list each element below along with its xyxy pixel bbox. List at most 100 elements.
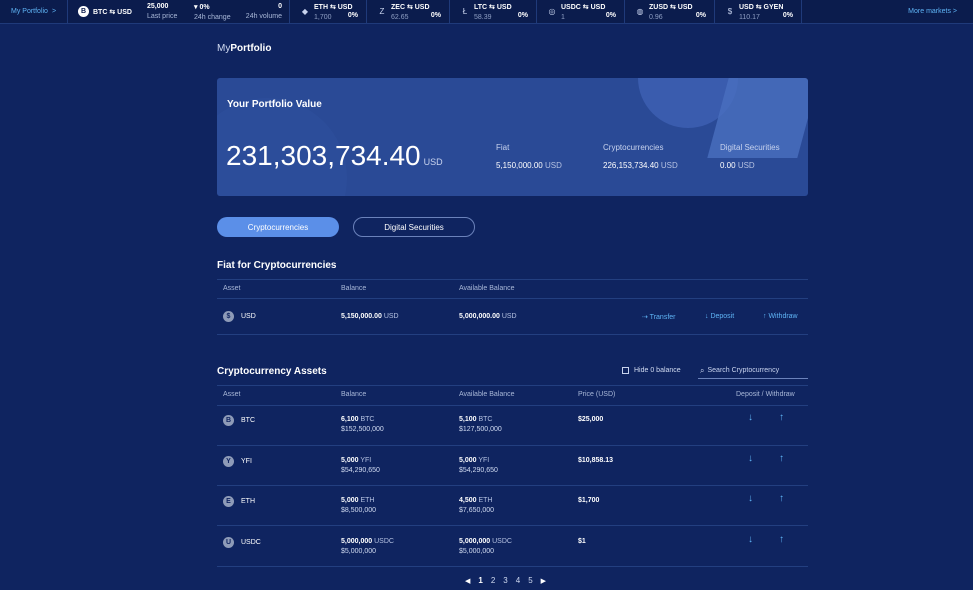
zusd-icon: ◍ bbox=[636, 7, 644, 16]
asset-name: BTC bbox=[241, 417, 255, 424]
ticker-24h-volume: 0 24h volume bbox=[245, 2, 282, 20]
ticker-item-ltc[interactable]: Ł LTC ⇆ USD 58.39 0% bbox=[450, 0, 537, 24]
ticker-item-eth[interactable]: ◆ ETH ⇆ USD 1,700 0% bbox=[290, 0, 367, 24]
tab-digital-securities[interactable]: Digital Securities bbox=[353, 217, 475, 237]
securities-summary: Digital Securities 0.00 USD bbox=[720, 143, 780, 170]
page-4-button[interactable]: 4 bbox=[516, 576, 520, 585]
checkbox-icon[interactable] bbox=[622, 367, 629, 374]
divider bbox=[217, 566, 808, 567]
divider bbox=[217, 405, 808, 406]
asset-balance: 5,000,000 USDC $5,000,000 bbox=[341, 538, 394, 555]
asset-name: YFI bbox=[241, 458, 252, 465]
yfi-coin-icon: Y bbox=[223, 456, 234, 467]
prev-page-icon[interactable]: ◀ bbox=[465, 577, 470, 585]
deposit-button[interactable]: ↓ Deposit bbox=[705, 313, 734, 320]
ticker-item-usdc[interactable]: ◎ USDC ⇆ USD 1 0% bbox=[537, 0, 625, 24]
divider bbox=[217, 445, 808, 446]
divider bbox=[217, 485, 808, 486]
crypto-row-usdc: U USDC 5,000,000 USDC $5,000,000 5,000,00… bbox=[217, 534, 808, 562]
page-1-button[interactable]: 1 bbox=[478, 576, 482, 585]
eth-icon: ◆ bbox=[301, 7, 309, 16]
withdraw-arrow-icon[interactable]: ↑ bbox=[779, 412, 784, 423]
asset-balance: 5,000 ETH $8,500,000 bbox=[341, 497, 377, 514]
fiat-row-usd: $ USD 5,150,000.00 USD 5,000,000.00 USD … bbox=[217, 311, 808, 325]
crypto-row-btc: B BTC 6,100 BTC $152,500,000 5,100 BTC $12… bbox=[217, 412, 808, 440]
fiat-summary: Fiat 5,150,000.00 USD bbox=[496, 143, 562, 170]
ticker-change: 0% bbox=[347, 11, 358, 19]
next-page-icon[interactable]: ▶ bbox=[541, 577, 546, 585]
pagination: ◀ 1 2 3 4 5 ▶ bbox=[465, 576, 554, 585]
asset-price: $1,700 bbox=[578, 497, 600, 504]
btc-coin-icon: B bbox=[223, 415, 234, 426]
crypto-row-eth: E ETH 5,000 ETH $8,500,000 4,500 ETH $7,65… bbox=[217, 493, 808, 521]
ticker-main-pair: BTC ⇆ USD bbox=[93, 8, 132, 16]
asset-available-balance: 5,100 BTC $127,500,000 bbox=[459, 416, 502, 433]
withdraw-button[interactable]: ↑ Withdraw bbox=[763, 313, 798, 320]
search-cryptocurrency-input[interactable]: ⌕ Search Cryptocurrency bbox=[698, 363, 808, 379]
more-markets-link[interactable]: More markets > bbox=[908, 8, 973, 15]
asset-available-balance: 5,000,000 USDC $5,000,000 bbox=[459, 538, 512, 555]
crypto-row-yfi: Y YFI 5,000 YFI $54,290,650 5,000 YFI $54,… bbox=[217, 453, 808, 481]
asset-balance: 6,100 BTC $152,500,000 bbox=[341, 416, 384, 433]
search-icon: ⌕ bbox=[700, 365, 705, 375]
withdraw-arrow-icon[interactable]: ↑ bbox=[779, 534, 784, 545]
asset-available-balance: 5,000 YFI $54,290,650 bbox=[459, 457, 498, 474]
portfolio-value-card: Your Portfolio Value 231,303,734.40 USD F… bbox=[217, 78, 808, 196]
ticker-24h-change: ▾ 0% 24h change bbox=[194, 3, 231, 21]
my-portfolio-label: My Portfolio bbox=[11, 8, 48, 15]
zec-icon: Z bbox=[379, 7, 385, 16]
asset-price: $10,858.13 bbox=[578, 457, 614, 464]
deposit-arrow-icon[interactable]: ↓ bbox=[748, 534, 753, 545]
ticker-item-zusd[interactable]: ◍ ZUSD ⇆ USD 0.96 0% bbox=[625, 0, 715, 24]
withdraw-arrow-icon[interactable]: ↑ bbox=[779, 493, 784, 504]
ltc-icon: Ł bbox=[462, 7, 468, 16]
asset-name: ETH bbox=[241, 498, 255, 505]
portfolio-total-value: 231,303,734.40 USD bbox=[226, 140, 443, 171]
usd-coin-icon: $ bbox=[223, 311, 234, 322]
deposit-arrow-icon[interactable]: ↓ bbox=[748, 453, 753, 464]
page-2-button[interactable]: 2 bbox=[491, 576, 495, 585]
ticker-item-gyen[interactable]: $ USD ⇆ GYEN 110.17 0% bbox=[715, 0, 802, 24]
deposit-arrow-icon[interactable]: ↓ bbox=[748, 493, 753, 504]
ticker-main-market[interactable]: B BTC ⇆ USD 25,000 Last price ▾ 0% 24h c… bbox=[68, 0, 290, 24]
ticker-change: 0% bbox=[517, 11, 528, 19]
divider bbox=[217, 525, 808, 526]
ticker-change: 0% bbox=[605, 11, 616, 19]
ticker-last-price: 25,000 Last price bbox=[147, 2, 178, 20]
portfolio-value-title: Your Portfolio Value bbox=[227, 99, 322, 110]
btc-coin-icon: B bbox=[78, 6, 89, 17]
chevron-right-icon: > bbox=[51, 8, 57, 15]
withdraw-arrow-icon[interactable]: ↑ bbox=[779, 453, 784, 464]
page-3-button[interactable]: 3 bbox=[503, 576, 507, 585]
fiat-section-title: Fiat for Cryptocurrencies bbox=[217, 260, 337, 271]
divider bbox=[217, 385, 808, 386]
asset-price: $1 bbox=[578, 538, 586, 545]
divider bbox=[217, 298, 808, 299]
usdc-coin-icon: U bbox=[223, 537, 234, 548]
hide-zero-balance-toggle[interactable]: Hide 0 balance bbox=[622, 367, 681, 374]
deposit-arrow-icon[interactable]: ↓ bbox=[748, 412, 753, 423]
eth-coin-icon: E bbox=[223, 496, 234, 507]
ticker-item-zec[interactable]: Z ZEC ⇆ USD 62.65 0% bbox=[367, 0, 450, 24]
page-title: MyPortfolio bbox=[217, 43, 272, 54]
ticker-change: 0% bbox=[782, 11, 793, 19]
divider bbox=[217, 334, 808, 335]
page-5-button[interactable]: 5 bbox=[528, 576, 532, 585]
transfer-button[interactable]: ⇢ Transfer bbox=[642, 313, 676, 321]
usd-dollar-icon: $ bbox=[727, 7, 733, 16]
asset-available-balance: 4,500 ETH $7,650,000 bbox=[459, 497, 495, 514]
asset-price: $25,000 bbox=[578, 416, 604, 423]
asset-balance: 5,000 YFI $54,290,650 bbox=[341, 457, 380, 474]
usdc-icon: ◎ bbox=[548, 7, 556, 16]
fiat-available-balance: 5,000,000.00 USD bbox=[459, 313, 517, 320]
tab-cryptocurrencies[interactable]: Cryptocurrencies bbox=[217, 217, 339, 237]
crypto-section-title: Cryptocurrency Assets bbox=[217, 366, 327, 377]
search-placeholder: Search Cryptocurrency bbox=[707, 367, 780, 374]
asset-name: USD bbox=[241, 313, 256, 320]
divider bbox=[217, 279, 808, 280]
crypto-summary: Cryptocurrencies 226,153,734.40 USD bbox=[603, 143, 678, 170]
ticker-change: 0% bbox=[695, 11, 706, 19]
ticker-change: 0% bbox=[430, 11, 441, 19]
my-portfolio-link[interactable]: My Portfolio > bbox=[0, 0, 68, 24]
fiat-balance: 5,150,000.00 USD bbox=[341, 313, 399, 320]
